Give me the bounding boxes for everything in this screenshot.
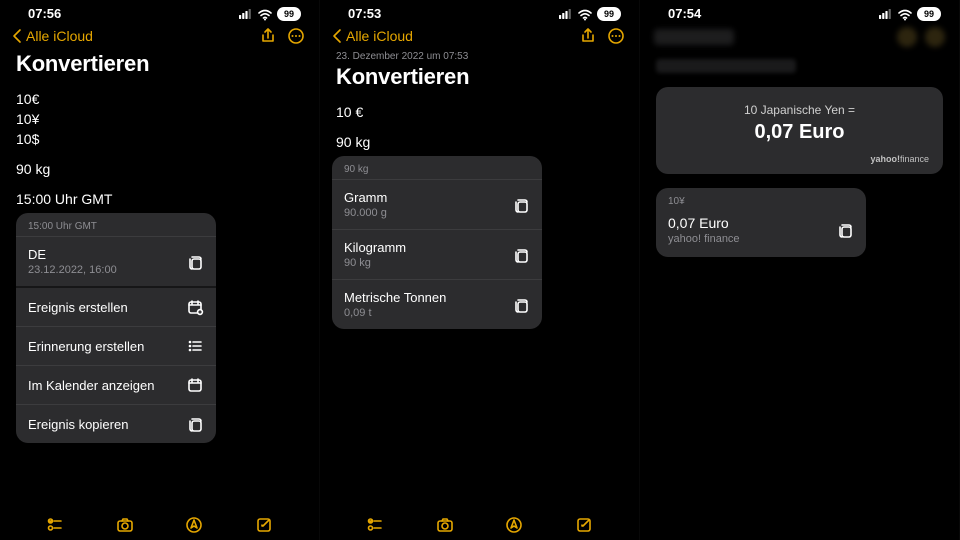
- checklist-icon[interactable]: [365, 516, 385, 534]
- popup-secondary: 90 kg: [344, 257, 406, 269]
- phone-panel-3: 07:54 99 10 Japanische Yen = 0,07 Euro y…: [640, 0, 960, 540]
- popup-primary: Gramm: [344, 190, 387, 205]
- popup-row-show-calendar[interactable]: Im Kalender anzeigen: [16, 365, 216, 404]
- battery-level: 99: [917, 7, 941, 21]
- status-time: 07:56: [28, 6, 61, 21]
- note-line[interactable]: 15:00 Uhr GMT: [16, 191, 303, 207]
- note-line[interactable]: 90 kg: [336, 134, 623, 150]
- phone-panel-2: 07:53 99 Alle iCloud 23. Dezember 2022 u…: [320, 0, 640, 540]
- compose-icon[interactable]: [254, 516, 274, 534]
- note-line[interactable]: 10 €: [336, 104, 623, 120]
- note-title[interactable]: Konvertieren: [16, 51, 303, 77]
- calendar-add-icon: [186, 298, 204, 316]
- popup-secondary: 90.000 g: [344, 207, 387, 219]
- wifi-icon: [897, 7, 913, 21]
- popup-header: 15:00 Uhr GMT: [16, 213, 216, 236]
- context-popup: 15:00 Uhr GMT DE 23.12.2022, 16:00 Ereig…: [16, 213, 216, 443]
- popup-primary: Metrische Tonnen: [344, 290, 446, 305]
- note-line[interactable]: 10¥: [16, 111, 303, 127]
- marker-icon[interactable]: [184, 516, 204, 534]
- battery-level: 99: [597, 7, 621, 21]
- camera-icon[interactable]: [435, 516, 455, 534]
- list-icon: [186, 337, 204, 355]
- back-button[interactable]: Alle iCloud: [10, 27, 93, 45]
- popup-primary: Erinnerung erstellen: [28, 339, 144, 354]
- blurred-nav: [640, 23, 959, 49]
- more-icon[interactable]: [607, 27, 625, 45]
- popup-row-ton[interactable]: Metrische Tonnen 0,09 t: [332, 279, 542, 329]
- back-button[interactable]: Alle iCloud: [330, 27, 413, 45]
- phone-panel-1: 07:56 99 Alle iCloud Konvertieren 10€ 10…: [0, 0, 320, 540]
- copy-icon: [512, 296, 530, 314]
- note-title[interactable]: Konvertieren: [336, 64, 623, 90]
- wifi-icon: [257, 7, 273, 21]
- copy-icon: [512, 246, 530, 264]
- status-bar: 07:54 99: [640, 0, 959, 23]
- popup-primary: Im Kalender anzeigen: [28, 378, 154, 393]
- mini-primary: 0,07 Euro: [668, 215, 740, 231]
- checklist-icon[interactable]: [45, 516, 65, 534]
- popup-row-gram[interactable]: Gramm 90.000 g: [332, 179, 542, 229]
- camera-icon[interactable]: [115, 516, 135, 534]
- conversion-card[interactable]: 10 Japanische Yen = 0,07 Euro yahoo!fina…: [656, 87, 943, 174]
- copy-icon: [186, 415, 204, 433]
- context-popup: 90 kg Gramm 90.000 g Kilogramm 90 kg Met…: [332, 156, 542, 329]
- back-label: Alle iCloud: [26, 28, 93, 44]
- popup-primary: Ereignis erstellen: [28, 300, 128, 315]
- wifi-icon: [577, 7, 593, 21]
- calendar-icon: [186, 376, 204, 394]
- popup-secondary: 23.12.2022, 16:00: [28, 264, 117, 276]
- status-indicators: 99: [559, 7, 621, 21]
- popup-primary: DE: [28, 247, 117, 262]
- note-line[interactable]: 10$: [16, 131, 303, 147]
- toolbar: [0, 506, 319, 540]
- popup-header: 90 kg: [332, 156, 542, 179]
- mini-secondary: yahoo! finance: [668, 233, 740, 245]
- nav-bar: Alle iCloud: [0, 23, 319, 47]
- signal-icon: [879, 7, 893, 21]
- attribution: yahoo!finance: [670, 154, 929, 164]
- copy-icon: [186, 253, 204, 271]
- status-bar: 07:56 99: [0, 0, 319, 23]
- nav-bar: Alle iCloud: [320, 23, 639, 47]
- popup-primary: Kilogramm: [344, 240, 406, 255]
- copy-icon: [512, 196, 530, 214]
- status-time: 07:54: [668, 6, 701, 21]
- status-indicators: 99: [239, 7, 301, 21]
- signal-icon: [559, 7, 573, 21]
- note-line[interactable]: 90 kg: [16, 161, 303, 177]
- conversion-mini-card[interactable]: 10¥ 0,07 Euro yahoo! finance: [656, 188, 866, 257]
- status-bar: 07:53 99: [320, 0, 639, 23]
- note-timestamp: 23. Dezember 2022 um 07:53: [336, 51, 623, 62]
- chevron-left-icon: [10, 27, 24, 45]
- mini-header: 10¥: [656, 188, 866, 211]
- copy-icon: [836, 221, 854, 239]
- marker-icon[interactable]: [504, 516, 524, 534]
- battery-level: 99: [277, 7, 301, 21]
- popup-secondary: 0,09 t: [344, 307, 446, 319]
- popup-primary: Ereignis kopieren: [28, 417, 128, 432]
- status-time: 07:53: [348, 6, 381, 21]
- share-icon[interactable]: [259, 27, 277, 45]
- status-indicators: 99: [879, 7, 941, 21]
- popup-row-create-event[interactable]: Ereignis erstellen: [16, 286, 216, 326]
- conversion-from: 10 Japanische Yen =: [670, 103, 929, 117]
- chevron-left-icon: [330, 27, 344, 45]
- popup-row-locale[interactable]: DE 23.12.2022, 16:00: [16, 236, 216, 286]
- signal-icon: [239, 7, 253, 21]
- more-icon[interactable]: [287, 27, 305, 45]
- conversion-result: 0,07 Euro: [670, 121, 929, 144]
- blurred-heading: [656, 59, 796, 73]
- popup-row-kilogram[interactable]: Kilogramm 90 kg: [332, 229, 542, 279]
- toolbar: [320, 506, 639, 540]
- share-icon[interactable]: [579, 27, 597, 45]
- popup-row-create-reminder[interactable]: Erinnerung erstellen: [16, 326, 216, 365]
- popup-row-copy-event[interactable]: Ereignis kopieren: [16, 404, 216, 443]
- note-line[interactable]: 10€: [16, 91, 303, 107]
- compose-icon[interactable]: [574, 516, 594, 534]
- back-label: Alle iCloud: [346, 28, 413, 44]
